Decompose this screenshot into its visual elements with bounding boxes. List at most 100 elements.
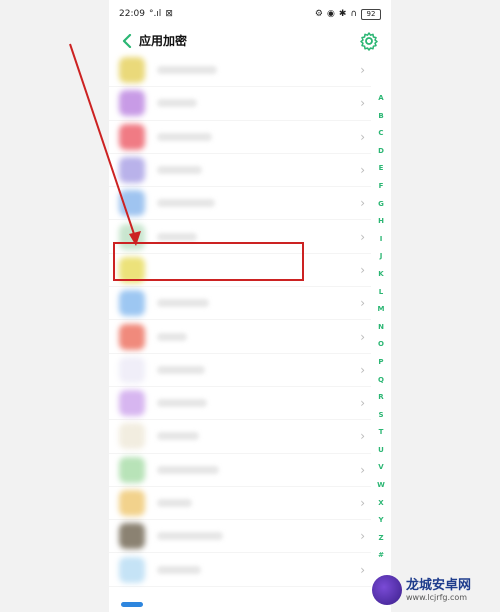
app-name-blurred (157, 465, 219, 474)
index-letter[interactable]: G (378, 196, 384, 214)
index-letter[interactable]: L (379, 284, 383, 302)
index-letter[interactable]: # (378, 547, 384, 565)
index-letter[interactable]: J (380, 248, 383, 266)
app-icon (119, 190, 145, 217)
app-icon (119, 123, 145, 150)
chevron-right-icon: › (360, 196, 365, 211)
chevron-right-icon: › (360, 262, 365, 277)
chevron-right-icon: › (360, 362, 365, 377)
index-letter[interactable]: Y (378, 512, 383, 530)
index-letter[interactable]: W (377, 477, 385, 495)
app-name-blurred (157, 399, 207, 408)
app-name-blurred (157, 99, 197, 108)
chevron-right-icon: › (360, 163, 365, 178)
app-icon (119, 290, 145, 317)
chevron-right-icon: › (360, 429, 365, 444)
list-item[interactable]: › (109, 487, 371, 521)
app-name-blurred (157, 132, 212, 141)
index-letter[interactable]: R (378, 389, 383, 407)
index-letter[interactable]: H (378, 213, 384, 231)
app-icon (119, 323, 145, 350)
alphabet-index[interactable]: A B C D E F G H I J K L M N O P Q R S T U V W X Y Z # (371, 90, 391, 565)
list-item[interactable]: › (109, 387, 371, 421)
index-letter[interactable]: N (378, 319, 384, 337)
list-item[interactable]: › (109, 154, 371, 188)
app-name-blurred (157, 565, 201, 574)
index-letter[interactable]: S (378, 407, 383, 425)
watermark-url: www.lcjrfg.com (406, 592, 468, 602)
settings-button[interactable] (359, 31, 379, 51)
index-letter[interactable]: X (378, 495, 383, 513)
right-background (391, 0, 500, 612)
list-item[interactable]: › (109, 354, 371, 387)
index-letter[interactable]: Q (378, 372, 384, 390)
index-letter[interactable]: T (379, 424, 384, 442)
index-letter[interactable]: K (378, 266, 383, 284)
index-letter[interactable]: U (378, 442, 384, 460)
left-background (0, 0, 109, 612)
list-item[interactable]: › (109, 520, 371, 554)
chevron-right-icon: › (360, 296, 365, 311)
home-indicator (121, 602, 143, 607)
app-name-blurred (157, 532, 223, 541)
app-name-blurred (157, 66, 217, 75)
list-item[interactable]: › (109, 553, 371, 587)
list-item[interactable]: › (109, 320, 371, 354)
app-name-blurred (157, 299, 209, 308)
chevron-right-icon: › (360, 462, 365, 477)
headphone-icon: ∩ (350, 9, 357, 19)
chevron-right-icon: › (360, 96, 365, 111)
app-icon (119, 356, 145, 383)
app-name-blurred (157, 166, 202, 175)
list-item[interactable]: › (109, 287, 371, 321)
bottom-bar (109, 600, 391, 612)
signal-icon: °.ıl (148, 9, 162, 19)
app-name-blurred (157, 499, 192, 507)
chevron-right-icon: › (360, 63, 365, 78)
watermark: 龙城安卓网 www.lcjrfg.com (372, 570, 500, 610)
app-name-blurred (157, 332, 187, 341)
gear-icon (360, 32, 378, 51)
watermark-logo-icon (372, 575, 402, 605)
app-name-blurred (157, 232, 197, 241)
app-name-blurred (157, 365, 205, 374)
app-icon (119, 157, 145, 184)
index-letter[interactable]: A (378, 90, 383, 108)
app-name-blurred (157, 432, 199, 441)
page-title: 应用加密 (139, 34, 188, 48)
camera-status-icon: ◉ (327, 9, 335, 19)
highlight-box (113, 242, 304, 281)
app-icon (119, 390, 145, 417)
phone-screen: 22:09 °.ıl ⊠ ⚙ ◉ ✱ ∩ 92 应用加密 › › › › › › › › › › ›… (109, 0, 391, 612)
back-button[interactable] (117, 28, 137, 54)
notification-icon: ⊠ (165, 9, 173, 19)
list-item[interactable]: › (109, 121, 371, 154)
index-letter[interactable]: E (379, 160, 384, 178)
chevron-left-icon (122, 34, 132, 48)
list-item[interactable]: › (109, 187, 371, 221)
index-letter[interactable]: V (378, 459, 383, 477)
list-item[interactable]: › (109, 454, 371, 487)
index-letter[interactable]: D (378, 143, 384, 161)
list-item[interactable]: › (109, 87, 371, 121)
chevron-right-icon: › (360, 562, 365, 577)
index-letter[interactable]: Z (378, 530, 383, 548)
index-letter[interactable]: F (379, 178, 384, 196)
list-item[interactable]: › (109, 54, 371, 88)
index-letter[interactable]: C (378, 125, 383, 143)
chevron-right-icon: › (360, 129, 365, 144)
settings-status-icon: ⚙ (314, 9, 323, 19)
app-icon (119, 57, 145, 84)
app-header: 应用加密 (109, 28, 391, 54)
status-time: 22:09 (119, 9, 145, 19)
index-letter[interactable]: P (378, 354, 383, 372)
index-letter[interactable]: I (380, 231, 383, 249)
index-letter[interactable]: M (378, 301, 385, 319)
list-item[interactable]: › (109, 420, 371, 454)
app-name-blurred (157, 199, 215, 208)
status-bar: 22:09 °.ıl ⊠ ⚙ ◉ ✱ ∩ 92 (109, 0, 391, 28)
index-letter[interactable]: B (378, 108, 383, 126)
app-icon (119, 523, 145, 550)
index-letter[interactable]: O (378, 336, 384, 354)
app-list: › › › › › › › › › › › › › › › › (109, 54, 371, 587)
